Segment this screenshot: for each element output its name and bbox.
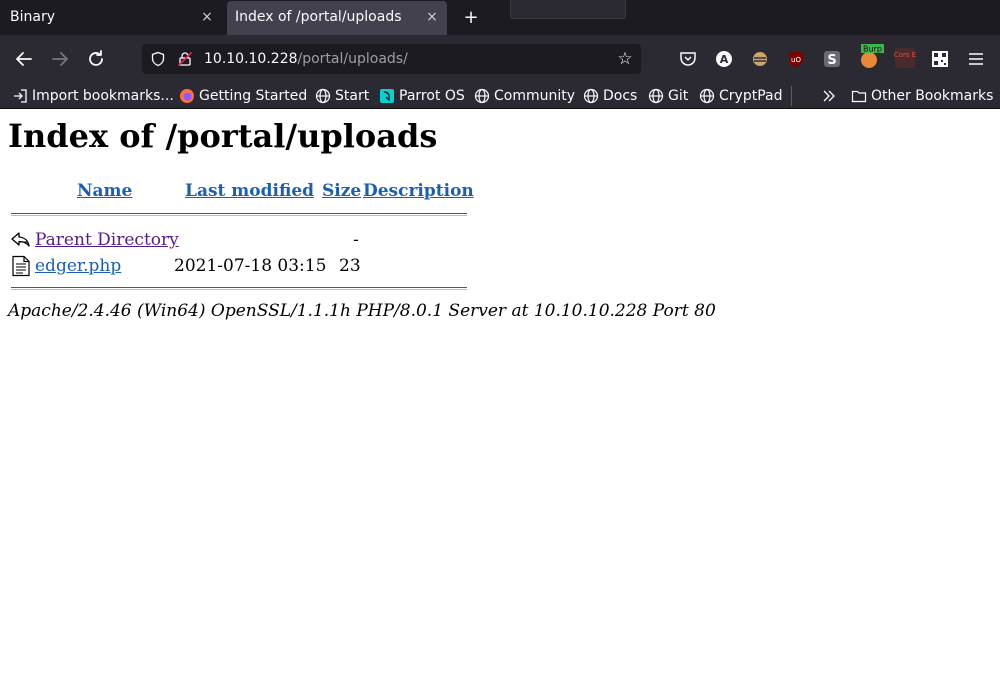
extension-icon[interactable] — [750, 49, 770, 69]
back-icon — [11, 232, 30, 247]
navigation-toolbar: 10.10.10.228/portal/uploads/ ☆ A uO S Bu… — [0, 35, 1000, 83]
burp-icon[interactable]: Burp — [858, 44, 884, 70]
burp-label: Burp — [863, 45, 882, 54]
new-tab-button[interactable]: + — [460, 7, 482, 29]
bookmark-star-icon[interactable]: ☆ — [615, 49, 635, 69]
other-bookmarks-label: Other Bookmarks — [871, 87, 994, 104]
parent-directory-link[interactable]: Parent Directory — [35, 230, 179, 250]
row-size: 23 — [339, 256, 361, 276]
table-divider-bottom — [11, 287, 467, 290]
back-arrow-icon — [16, 52, 32, 66]
tab-strip: Binary × Index of /portal/uploads × + — [0, 0, 1000, 35]
svg-text:uO: uO — [791, 56, 801, 64]
url-host: 10.10.10.228 — [204, 51, 298, 67]
tab-title: Binary — [10, 9, 55, 25]
qr-icon[interactable] — [930, 49, 950, 69]
svg-text:S: S — [827, 53, 836, 68]
tab-preview-popup — [510, 0, 626, 19]
chevron-double-right-icon — [823, 90, 835, 101]
bookmark-docs[interactable]: Docs — [583, 83, 637, 108]
bookmark-cryptpad[interactable]: CryptPad — [699, 83, 782, 108]
bookmark-community[interactable]: Community — [474, 83, 575, 108]
file-link-edger-php[interactable]: edger.php — [35, 256, 121, 276]
bookmark-label: CryptPad — [719, 87, 783, 104]
globe-icon — [315, 88, 331, 103]
parrot-icon — [380, 88, 394, 103]
back-button[interactable] — [12, 47, 36, 71]
url-bar[interactable]: 10.10.10.228/portal/uploads/ ☆ — [142, 44, 641, 74]
bookmark-label: Community — [494, 87, 576, 104]
tab-binary[interactable]: Binary × — [0, 0, 226, 35]
bookmarks-separator — [791, 86, 792, 106]
file-icon — [12, 255, 30, 277]
svg-text:A: A — [720, 53, 729, 66]
globe-icon — [699, 88, 715, 103]
ublock-icon[interactable]: uO — [786, 49, 806, 69]
bookmark-start[interactable]: Start — [315, 83, 369, 108]
cors-label: Cors E — [894, 51, 916, 59]
page-title: Index of /portal/uploads — [8, 117, 438, 155]
reload-button[interactable] — [84, 47, 108, 71]
globe-icon — [474, 88, 490, 103]
bookmark-label: Git — [668, 87, 689, 104]
bookmark-label: Import bookmarks... — [32, 87, 174, 104]
table-divider-top — [11, 213, 467, 216]
import-icon — [14, 88, 27, 103]
bookmark-label: Parrot OS — [399, 87, 465, 104]
folder-icon — [851, 90, 867, 102]
url-path: /portal/uploads/ — [297, 51, 408, 67]
bookmark-parrot-os[interactable]: Parrot OS — [379, 83, 465, 108]
server-signature: Apache/2.4.46 (Win64) OpenSSL/1.1.1h PHP… — [8, 301, 716, 321]
pocket-icon[interactable] — [678, 49, 698, 69]
insecure-lock-icon[interactable] — [177, 51, 193, 67]
bookmark-label: Getting Started — [199, 87, 308, 104]
menu-icon[interactable] — [966, 49, 986, 69]
page-content: Index of /portal/uploads Name Last modif… — [0, 109, 1000, 678]
forward-button[interactable] — [48, 47, 72, 71]
more-bookmarks-button[interactable] — [821, 83, 841, 108]
bookmark-getting-started[interactable]: Getting Started — [179, 83, 307, 108]
globe-icon — [648, 88, 664, 103]
tab-title: Index of /portal/uploads — [235, 9, 402, 25]
account-icon[interactable]: A — [714, 49, 734, 69]
forward-arrow-icon — [52, 52, 68, 66]
bookmark-git[interactable]: Git — [648, 83, 688, 108]
column-header-description[interactable]: Description — [363, 181, 474, 201]
bookmarks-toolbar: Import bookmarks... Getting Started Star… — [0, 83, 1000, 109]
close-tab-icon[interactable]: × — [197, 0, 217, 35]
reload-icon — [89, 50, 103, 66]
tracking-protection-shield-icon[interactable] — [150, 51, 166, 67]
s-extension-icon[interactable]: S — [822, 49, 842, 69]
row-size: - — [353, 230, 359, 250]
firefox-icon — [180, 88, 194, 103]
url-text: 10.10.10.228/portal/uploads/ — [204, 44, 408, 74]
column-header-size[interactable]: Size — [322, 181, 361, 201]
bookmark-import[interactable]: Import bookmarks... — [12, 83, 174, 108]
column-header-name[interactable]: Name — [77, 181, 132, 201]
bookmark-label: Docs — [603, 87, 638, 104]
cors-icon[interactable]: Cors E — [894, 47, 916, 69]
close-tab-icon[interactable]: × — [422, 1, 442, 34]
column-header-last-modified[interactable]: Last modified — [185, 181, 314, 201]
other-bookmarks-folder[interactable]: Other Bookmarks — [851, 83, 993, 108]
bookmark-label: Start — [335, 87, 370, 104]
row-last-modified: 2021-07-18 03:15 — [174, 256, 327, 276]
tab-index-uploads[interactable]: Index of /portal/uploads × — [227, 1, 447, 35]
globe-icon — [583, 88, 599, 103]
